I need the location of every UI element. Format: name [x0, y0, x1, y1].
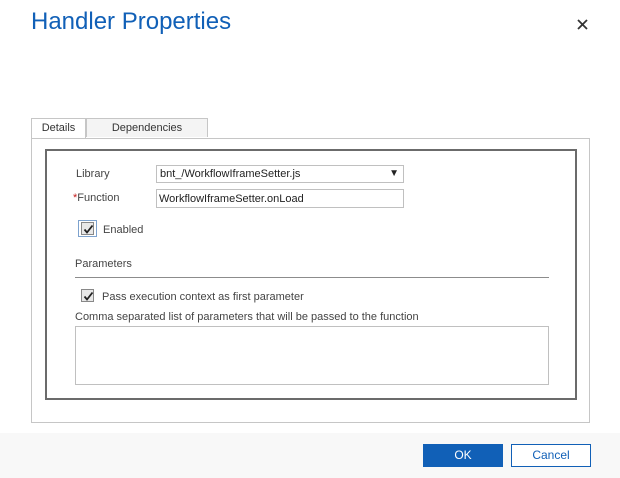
ok-button[interactable]: OK [423, 444, 503, 467]
dialog-footer: OK Cancel [0, 433, 620, 478]
function-label-text: Function [77, 192, 120, 204]
library-select-value: bnt_/WorkflowIframeSetter.js [160, 168, 301, 180]
library-select[interactable]: bnt_/WorkflowIframeSetter.js ▼ [156, 165, 404, 183]
parameters-divider [75, 277, 549, 278]
pass-context-checkbox[interactable] [81, 289, 94, 302]
library-label: Library [76, 168, 110, 180]
cancel-button[interactable]: Cancel [511, 444, 591, 467]
handler-properties-dialog: Handler Properties Details Dependencies … [0, 0, 620, 478]
tab-dependencies[interactable]: Dependencies [86, 118, 208, 137]
function-input[interactable] [156, 189, 404, 208]
params-list-label: Comma separated list of parameters that … [75, 311, 419, 323]
checkmark-icon [83, 224, 94, 234]
dialog-title: Handler Properties [31, 8, 232, 35]
pass-context-label: Pass execution context as first paramete… [102, 291, 304, 303]
details-panel: Library bnt_/WorkflowIframeSetter.js ▼ *… [31, 138, 590, 423]
details-form: Library bnt_/WorkflowIframeSetter.js ▼ *… [45, 149, 577, 400]
enabled-checkbox[interactable] [81, 222, 94, 235]
enabled-checkbox-focus [78, 220, 97, 237]
params-list-textarea[interactable] [75, 326, 549, 385]
enabled-label: Enabled [103, 224, 144, 236]
checkmark-icon [83, 291, 94, 301]
function-label: *Function [73, 192, 119, 204]
tab-details[interactable]: Details [31, 118, 86, 139]
dropdown-arrow-icon: ▼ [389, 168, 399, 179]
close-icon[interactable] [574, 16, 592, 34]
parameters-heading: Parameters [75, 258, 132, 270]
